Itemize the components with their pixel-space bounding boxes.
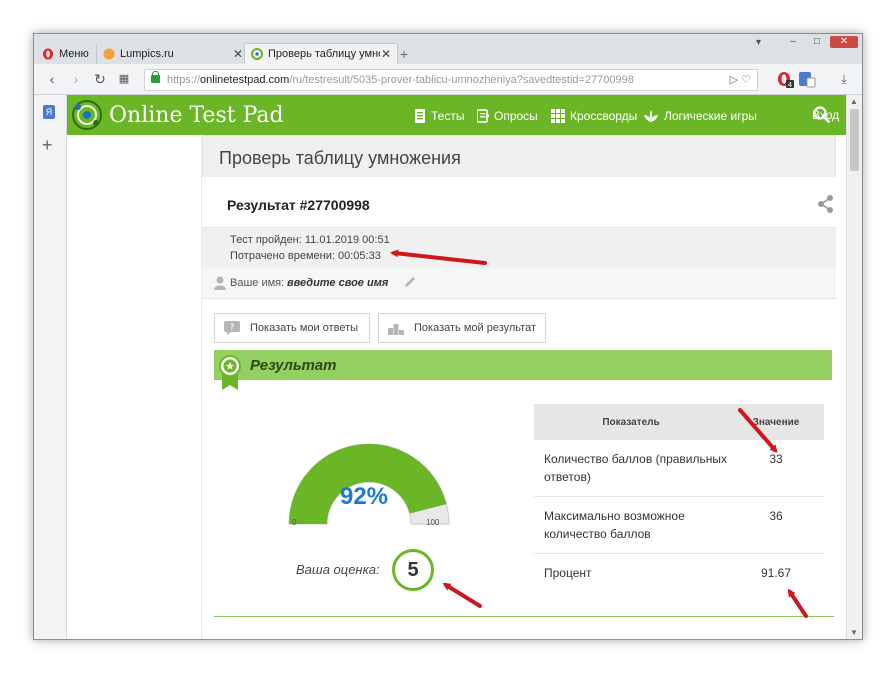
tab-lumpics[interactable]: Lumpics.ru ✕ [96,44,249,64]
url-text: https://onlinetestpad.com/ru/testresult/… [167,74,634,86]
row-label: Количество баллов (правильных ответов) [534,440,728,497]
user-name-row: Ваше имя: введите свое имя [202,268,836,299]
vertical-scrollbar[interactable]: ▲ ▼ [846,95,862,639]
back-icon[interactable]: ‹ [44,71,60,87]
forward-icon[interactable]: › [68,71,84,87]
tab-title: Проверь таблицу умножения [268,48,380,60]
sidebar-add-icon[interactable]: + [42,136,53,154]
table-row: Количество баллов (правильных ответов) 3… [534,440,824,497]
nav-polls-label: Опросы [494,109,538,123]
document-icon [415,109,425,123]
maximize-button[interactable]: □ [806,36,828,48]
reload-icon[interactable]: ↻ [92,71,108,87]
nav-crosswords-label: Кроссворды [570,109,638,123]
row-value: 36 [728,496,824,554]
site-logo-icon[interactable] [69,97,105,133]
translate-icon[interactable] [798,70,816,88]
name-label: Ваше имя: [230,277,285,289]
poll-icon [477,109,489,123]
show-answers-button[interactable]: ? Показать мои ответы [214,313,370,343]
nav-logic-games-label: Логические игры [664,109,757,123]
test-time-info: Тест пройден: 11.01.2019 00:51 Потрачено… [202,227,836,269]
pencil-icon[interactable] [404,276,416,288]
show-answers-label: Показать мои ответы [250,322,359,334]
scroll-down-icon[interactable]: ▼ [850,628,858,637]
name-value-link[interactable]: введите свое имя [287,277,388,289]
person-icon [214,276,226,290]
table-row: Максимально возможное количество баллов … [534,496,824,554]
scroll-thumb[interactable] [850,109,859,171]
tab-stack-icon[interactable]: ▾ [756,37,761,48]
lock-icon [151,71,160,83]
close-tab-icon[interactable]: ✕ [381,47,391,61]
page-title: Проверь таблицу умножения [219,148,461,168]
result-stats-table: Показатель Значение Количество баллов (п… [534,404,824,610]
svg-text:?: ? [230,323,235,333]
address-toolbar: ‹ › ↻ ▦ https://onlinetestpad.com/ru/tes… [34,64,862,95]
opera-icon [43,48,53,60]
row-label: Процент [544,566,592,580]
speed-dial-icon[interactable]: ▦ [116,71,132,87]
gauge-percent: 92% [339,483,389,510]
share-icon[interactable] [816,194,836,214]
leaf-icon [644,110,658,122]
crossword-grid-icon [551,109,565,123]
close-tab-icon[interactable]: ✕ [233,47,243,61]
gauge-min-label: 0 [292,518,297,527]
result-section-title: Результат [250,357,337,374]
page-title-panel: Проверь таблицу умножения [202,135,836,178]
show-result-label: Показать мой результат [414,322,536,334]
row-label: Максимально возможное количество баллов [534,496,728,554]
opera-badge-icon[interactable]: 4 [776,70,794,88]
tab-active[interactable]: Проверь таблицу умножения ✕ [244,43,398,64]
show-result-button[interactable]: Показать мой результат [378,313,546,343]
browser-sidebar: Я + [34,95,67,639]
onlinetestpad-icon [251,48,263,60]
test-passed-date: Тест пройден: 11.01.2019 00:51 [230,234,390,246]
table-row: Процент 91.67 [534,554,824,611]
grade-value: 5 [392,549,434,591]
tab-title: Lumpics.ru [120,48,174,60]
section-divider [214,616,834,617]
bookmark-icons[interactable]: ▷ ♡ [730,70,751,90]
site-header: Online Test Pad Тесты Опросы Кроссворды … [67,95,846,135]
menu-label: Меню [59,48,89,60]
download-icon[interactable]: ⤓ [836,71,852,87]
result-header: Результат #27700998 [202,177,836,227]
nav-crosswords[interactable]: Кроссворды [551,108,637,124]
svg-text:4: 4 [788,81,793,88]
new-tab-icon[interactable]: + [398,47,410,61]
nav-tests[interactable]: Тесты [414,108,464,124]
nav-polls[interactable]: Опросы [477,108,538,124]
nav-logic-games[interactable]: Логические игры [643,108,757,124]
col-value-header: Значение [728,404,824,440]
address-bar[interactable]: https://onlinetestpad.com/ru/testresult/… [144,69,758,91]
col-indicator-header: Показатель [534,404,728,440]
site-logo-text[interactable]: Online Test Pad [109,103,284,128]
close-window-button[interactable]: ✕ [830,36,858,48]
time-spent: Потрачено времени: 00:05:33 [230,250,381,262]
question-bubble-icon: ? [224,321,240,335]
opera-menu-button[interactable]: Меню [38,44,100,64]
result-number: Результат #27700998 [227,197,370,213]
grade-label: Ваша оценка: [296,562,380,577]
gauge-max-label: 100 [426,518,440,527]
left-column [67,135,202,639]
award-ribbon-icon [219,355,241,390]
podium-icon [388,324,404,335]
lumpics-icon [103,48,115,60]
scroll-up-icon[interactable]: ▲ [850,97,858,106]
row-value: 33 [728,440,824,497]
sidebar-extension-icon[interactable]: Я [43,105,55,119]
tab-strip: ▾ – □ ✕ Меню Lumpics.ru ✕ Проверь таблиц… [34,34,862,64]
browser-window: ▾ – □ ✕ Меню Lumpics.ru ✕ Проверь таблиц… [33,33,863,640]
minimize-button[interactable]: – [782,36,804,48]
result-section-header: Результат [214,350,832,380]
login-link[interactable]: Вход [812,108,839,122]
nav-tests-label: Тесты [431,109,465,123]
row-value: 91.67 [760,566,792,580]
